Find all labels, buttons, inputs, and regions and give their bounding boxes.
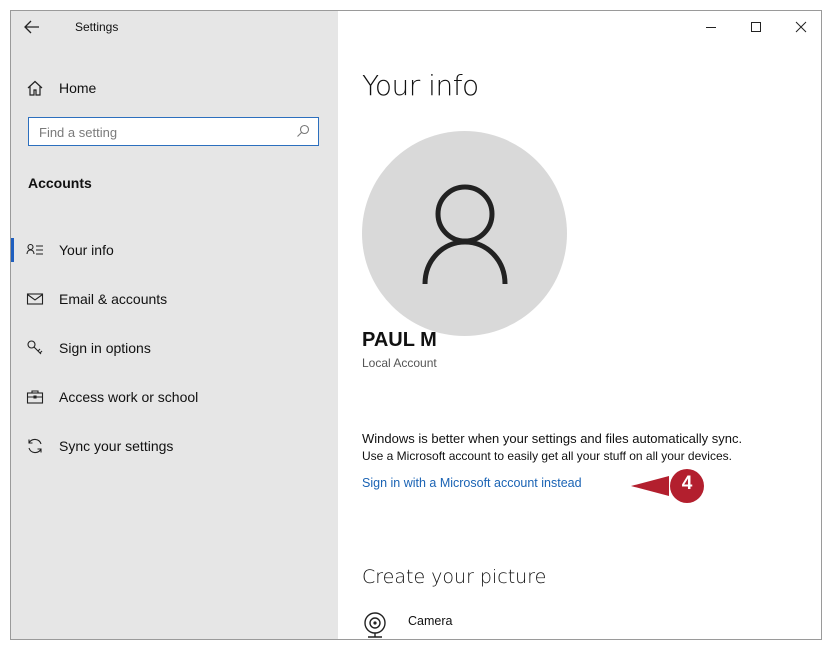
sync-message: Windows is better when your settings and…: [362, 431, 743, 446]
microsoft-signin-link[interactable]: Sign in with a Microsoft account instead: [362, 476, 582, 490]
sidebar-item-label: Sync your settings: [59, 438, 174, 454]
section-title: Accounts: [28, 175, 92, 191]
briefcase-icon: [26, 390, 44, 404]
sidebar-item-sync-settings[interactable]: Sync your settings: [11, 426, 338, 466]
page-title: Your info: [362, 69, 479, 102]
sync-message-detail: Use a Microsoft account to easily get al…: [362, 449, 732, 463]
home-icon: [27, 80, 43, 96]
camera-icon: [364, 612, 386, 638]
sidebar-item-label: Email & accounts: [59, 291, 168, 307]
close-button[interactable]: [778, 11, 821, 43]
search-icon[interactable]: [296, 124, 310, 138]
camera-label: Camera: [408, 614, 453, 628]
maximize-button[interactable]: [733, 11, 778, 43]
sync-icon: [28, 438, 42, 454]
avatar: [362, 131, 567, 336]
person-icon: [422, 184, 507, 284]
back-arrow-icon: [24, 20, 39, 34]
user-name: PAUL M: [362, 329, 437, 351]
sidebar-item-label: Access work or school: [59, 389, 199, 405]
home-link[interactable]: Home: [11, 73, 338, 103]
maximize-icon: [750, 22, 761, 32]
main-content: Your info PAUL M Local Account Windows i…: [338, 11, 821, 639]
step-callout: 4: [629, 467, 709, 503]
minimize-button[interactable]: [688, 11, 733, 43]
home-label: Home: [59, 80, 97, 96]
sidebar: Settings Home Accounts Your info: [11, 11, 338, 639]
title-bar: Settings: [11, 11, 338, 43]
key-icon: [27, 340, 43, 355]
account-type: Local Account: [362, 356, 437, 370]
app-title: Settings: [75, 20, 119, 34]
sidebar-item-sign-in-options[interactable]: Sign in options: [11, 328, 338, 368]
mail-icon: [26, 293, 44, 305]
sidebar-item-label: Your info: [59, 242, 114, 258]
settings-window: Settings Home Accounts Your info: [10, 10, 822, 640]
sidebar-item-access-work-school[interactable]: Access work or school: [11, 377, 338, 417]
close-icon: [795, 21, 806, 33]
step-number: 4: [681, 473, 693, 494]
back-button[interactable]: [19, 15, 45, 39]
sidebar-item-label: Sign in options: [59, 340, 151, 356]
camera-option[interactable]: Camera: [362, 611, 562, 639]
search-box[interactable]: [28, 117, 319, 146]
person-lines-icon: [26, 243, 43, 255]
window-controls: [688, 11, 821, 43]
minimize-icon: [705, 27, 716, 28]
search-input[interactable]: [37, 121, 291, 143]
sidebar-item-email-accounts[interactable]: Email & accounts: [11, 279, 338, 319]
create-picture-title: Create your picture: [362, 566, 547, 588]
sidebar-item-your-info[interactable]: Your info: [11, 230, 338, 270]
